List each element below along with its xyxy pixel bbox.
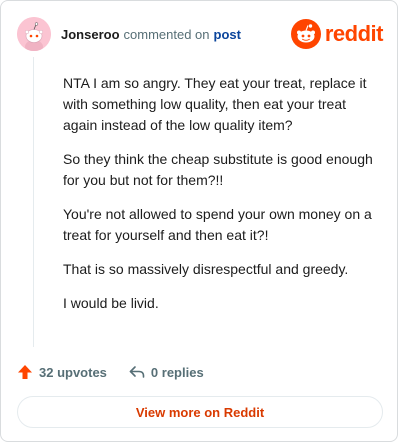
reddit-logo[interactable]: reddit [290,19,384,49]
comment-body: NTA I am so angry. They eat your treat, … [63,73,381,327]
post-link[interactable]: post [214,27,241,42]
username-link[interactable]: Jonseroo [61,27,120,42]
upvote-count[interactable]: 32 upvotes [17,364,107,380]
action-text: commented on [123,26,210,42]
view-more-button[interactable]: View more on Reddit [17,396,383,428]
comment-paragraph: That is so massively disrespectful and g… [63,261,349,277]
user-avatar[interactable] [17,17,51,51]
comment-header: Jonseroo commented on post reddit [17,17,384,51]
reply-arrow-icon [129,366,145,378]
reply-label: 0 replies [150,364,204,380]
comment-paragraph: You're not allowed to spend your own mon… [63,206,372,243]
comment-byline: Jonseroo commented on post [61,27,241,42]
thread-line [33,57,34,347]
comment-paragraph: So they think the cheap substitute is go… [63,151,373,188]
embed-card: Jonseroo commented on post reddit NTA I … [0,0,398,442]
comment-paragraph: NTA I am so angry. They eat your treat, … [63,75,367,133]
comment-footer: 32 upvotes 0 replies [17,361,204,383]
reply-count[interactable]: 0 replies [129,364,204,380]
upvote-label: 32 upvotes [39,364,107,380]
reddit-wordmark: reddit [324,21,384,46]
upvote-arrow-icon [18,365,32,379]
snoo-avatar-icon [17,17,51,51]
comment-paragraph: I would be livid. [63,295,159,311]
reddit-logo-icon [290,19,321,49]
